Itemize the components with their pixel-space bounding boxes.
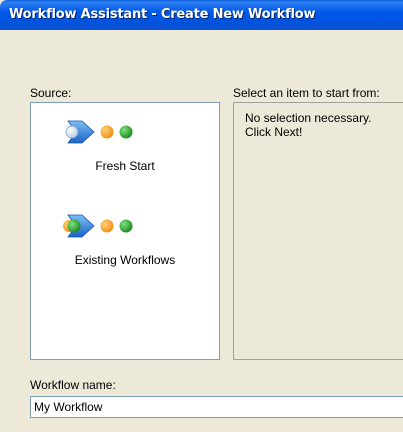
start-from-label: Select an item to start from: — [233, 86, 380, 100]
source-item-fresh-start[interactable]: Fresh Start — [31, 117, 219, 179]
workflow-name-label: Workflow name: — [30, 378, 116, 392]
source-list[interactable]: Fresh Start Existing Workflows — [30, 102, 220, 360]
source-label: Source: — [30, 86, 72, 100]
source-item-label: Fresh Start — [95, 159, 155, 173]
fresh-start-icon — [60, 117, 140, 150]
start-from-message: No selection necessary. Click Next! — [245, 111, 372, 139]
start-from-list[interactable]: No selection necessary. Click Next! — [233, 102, 403, 360]
workflow-name-input[interactable] — [30, 396, 403, 418]
source-item-label: Existing Workflows — [74, 253, 176, 267]
title-bar[interactable]: Workflow Assistant - Create New Workflow — [0, 0, 403, 30]
window-title: Workflow Assistant - Create New Workflow — [9, 7, 316, 22]
source-item-existing-workflows[interactable]: Existing Workflows — [31, 211, 219, 273]
existing-workflows-icon — [60, 211, 140, 244]
